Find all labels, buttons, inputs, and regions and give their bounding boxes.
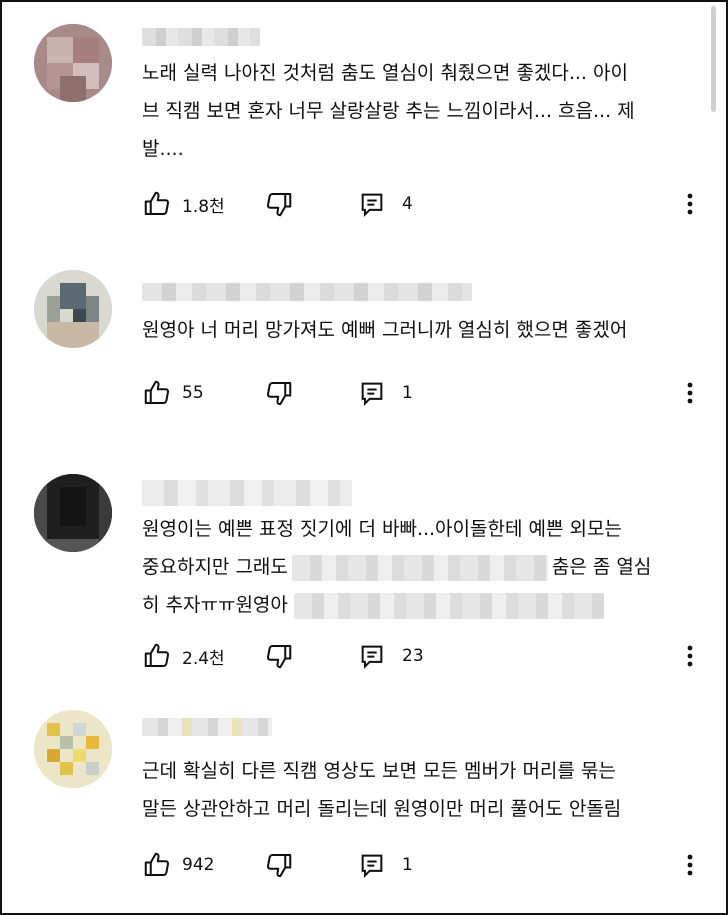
author-name[interactable]: [142, 480, 352, 506]
comment-icon: [361, 645, 383, 669]
comment-text: 노래 실력 나아진 것처럼 춤도 열심이 춰줬으면 좋겠다... 아이 브 직캠…: [142, 62, 635, 160]
scrollbar[interactable]: [711, 6, 716, 112]
more-vert-icon: [687, 854, 693, 876]
comment-icon: [361, 854, 383, 878]
comment-actions: 55 1: [142, 377, 702, 409]
reply-count: 4: [402, 194, 413, 214]
more-vert-icon: [687, 382, 693, 404]
comment-actions: 942 1: [142, 849, 702, 881]
like-button[interactable]: 942: [142, 849, 214, 881]
more-options-button[interactable]: [678, 188, 702, 220]
reply-count: 1: [402, 383, 413, 403]
thumb-down-icon: [266, 645, 292, 669]
blurred-text: [293, 592, 604, 619]
dislike-button[interactable]: [264, 377, 294, 409]
reply-button[interactable]: 1: [358, 849, 413, 881]
dislike-button[interactable]: [264, 188, 294, 220]
comment-text: 원영아 너 머리 망가져도 예뻐 그러니까 열심히 했으면 좋겠어: [142, 319, 628, 341]
author-name[interactable]: [142, 718, 272, 736]
author-name[interactable]: [142, 28, 260, 46]
comment-text: 원영이는 예쁜 표정 짓기에 더 바빠...아이돌한테 예쁜 외모는 중요하지만…: [142, 510, 702, 624]
comment-icon: [361, 193, 383, 217]
reply-button[interactable]: 4: [358, 188, 413, 220]
more-vert-icon: [687, 645, 693, 667]
comment-icon: [361, 382, 383, 406]
reply-button[interactable]: 1: [358, 377, 413, 409]
reply-button[interactable]: 23: [358, 640, 424, 672]
comment-text: 근데 확실히 다른 직캠 영상도 보면 모든 멤버가 머리를 묶는 말든 상관안…: [142, 760, 622, 820]
like-button[interactable]: 1.8천: [142, 188, 225, 220]
blurred-text: [291, 554, 548, 581]
more-options-button[interactable]: [678, 377, 702, 409]
dislike-button[interactable]: [264, 640, 294, 672]
avatar[interactable]: [34, 710, 112, 788]
like-button[interactable]: 55: [142, 377, 204, 409]
like-button[interactable]: 2.4천: [142, 640, 225, 672]
avatar[interactable]: [34, 24, 112, 102]
more-vert-icon: [687, 193, 693, 215]
dislike-button[interactable]: [264, 849, 294, 881]
thumb-down-icon: [266, 193, 292, 217]
like-count: 2.4천: [182, 648, 225, 669]
reply-count: 1: [402, 855, 413, 875]
more-options-button[interactable]: [678, 849, 702, 881]
author-name[interactable]: [142, 283, 472, 301]
thumb-down-icon: [266, 382, 292, 406]
comment-actions: 1.8천 4: [142, 188, 702, 220]
like-count: 1.8천: [182, 196, 225, 217]
thumb-up-icon: [144, 380, 170, 404]
more-options-button[interactable]: [678, 640, 702, 672]
thumb-down-icon: [266, 854, 292, 878]
like-count: 55: [182, 383, 204, 403]
thumb-up-icon: [144, 191, 170, 215]
avatar[interactable]: [34, 270, 112, 348]
avatar[interactable]: [34, 474, 112, 552]
reply-count: 23: [402, 646, 424, 666]
thumb-up-icon: [144, 852, 170, 876]
comment-actions: 2.4천 23: [142, 640, 702, 672]
thumb-up-icon: [144, 643, 170, 667]
like-count: 942: [182, 855, 215, 875]
